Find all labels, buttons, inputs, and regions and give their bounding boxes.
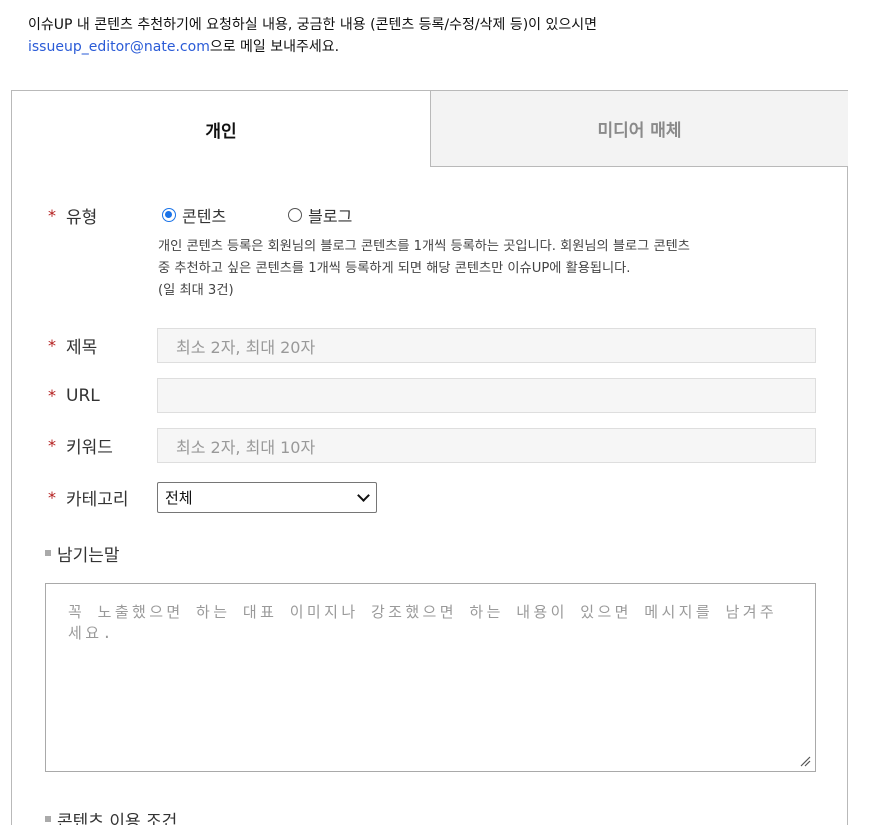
editor-email-link[interactable]: issueup_editor@nate.com [28, 39, 210, 55]
square-bullet-icon [45, 816, 51, 822]
title-input[interactable]: 최소 2자, 최대 20자 [157, 328, 816, 363]
tab-individual[interactable]: 개인 [12, 91, 430, 167]
type-description-line-3: (일 최대 3건) [158, 283, 234, 298]
intro-text: 이슈UP 내 콘텐츠 추천하기에 요청하실 내용, 궁금한 내용 (콘텐츠 등록… [28, 14, 858, 58]
registration-panel: 개인 미디어 매체 * 유형 콘텐츠 블로그 개인 콘텐츠 등록은 회원님의 블… [11, 90, 848, 825]
radio-blog-label: 블로그 [308, 207, 353, 226]
square-bullet-icon [45, 550, 51, 556]
type-label-text: 유형 [66, 207, 98, 228]
title-label: * 제목 [48, 328, 97, 363]
radio-blog-button[interactable] [288, 208, 303, 222]
category-select[interactable]: 전체 [157, 482, 377, 513]
keyword-label-text: 키워드 [66, 438, 113, 458]
radio-content[interactable]: 콘텐츠 [162, 203, 226, 227]
type-description-line-1: 개인 콘텐츠 등록은 회원님의 블로그 콘텐츠를 1개씩 등록하는 곳입니다. … [158, 239, 690, 254]
type-description-line-2: 중 추천하고 싶은 콘텐츠를 1개씩 등록하게 되면 해당 콘텐츠만 이슈UP에… [158, 261, 631, 276]
tab-bar: 개인 미디어 매체 [12, 91, 848, 167]
keyword-label: * 키워드 [48, 428, 113, 463]
type-description: 개인 콘텐츠 등록은 회원님의 블로그 콘텐츠를 1개씩 등록하는 곳입니다. … [158, 236, 828, 302]
type-radio-group: 콘텐츠 블로그 [162, 203, 352, 227]
message-label: 남기는말 [57, 545, 120, 566]
type-row: * 유형 콘텐츠 블로그 [12, 203, 847, 228]
radio-content-label: 콘텐츠 [182, 207, 227, 226]
keyword-input[interactable]: 최소 2자, 최대 10자 [157, 428, 816, 463]
chevron-down-icon [357, 488, 370, 502]
title-label-text: 제목 [66, 338, 98, 358]
category-selected-value: 전체 [165, 489, 193, 507]
intro-line-2: issueup_editor@nate.com으로 메일 보내주세요. [28, 36, 858, 58]
type-label: * 유형 [48, 203, 98, 228]
radio-blog[interactable]: 블로그 [288, 203, 352, 227]
intro-line-1: 이슈UP 내 콘텐츠 추천하기에 요청하실 내용, 궁금한 내용 (콘텐츠 등록… [28, 17, 598, 33]
required-mark: * [48, 336, 56, 355]
message-section-title: 남기는말 [45, 541, 120, 566]
required-mark: * [48, 205, 56, 225]
radio-content-button[interactable] [162, 208, 176, 222]
url-label-text: URL [66, 385, 100, 406]
category-label-text: 카테고리 [66, 490, 129, 510]
required-mark: * [48, 436, 56, 455]
url-input[interactable] [157, 378, 816, 413]
required-mark: * [48, 488, 56, 507]
required-mark: * [48, 386, 56, 405]
terms-label: 콘텐츠 이용 조건 [57, 811, 178, 825]
message-textarea[interactable]: 꼭 노출했으면 하는 대표 이미지나 강조했으면 하는 내용이 있으면 메시지를… [45, 583, 816, 772]
intro-line-2-suffix: 으로 메일 보내주세요. [209, 39, 340, 55]
resize-grip-icon[interactable] [799, 755, 811, 767]
category-label: * 카테고리 [48, 482, 129, 513]
tab-media[interactable]: 미디어 매체 [430, 91, 848, 167]
terms-section-title: 콘텐츠 이용 조건 [45, 807, 177, 825]
url-label: * URL [48, 378, 100, 413]
message-placeholder: 꼭 노출했으면 하는 대표 이미지나 강조했으면 하는 내용이 있으면 메시지를… [68, 603, 778, 642]
